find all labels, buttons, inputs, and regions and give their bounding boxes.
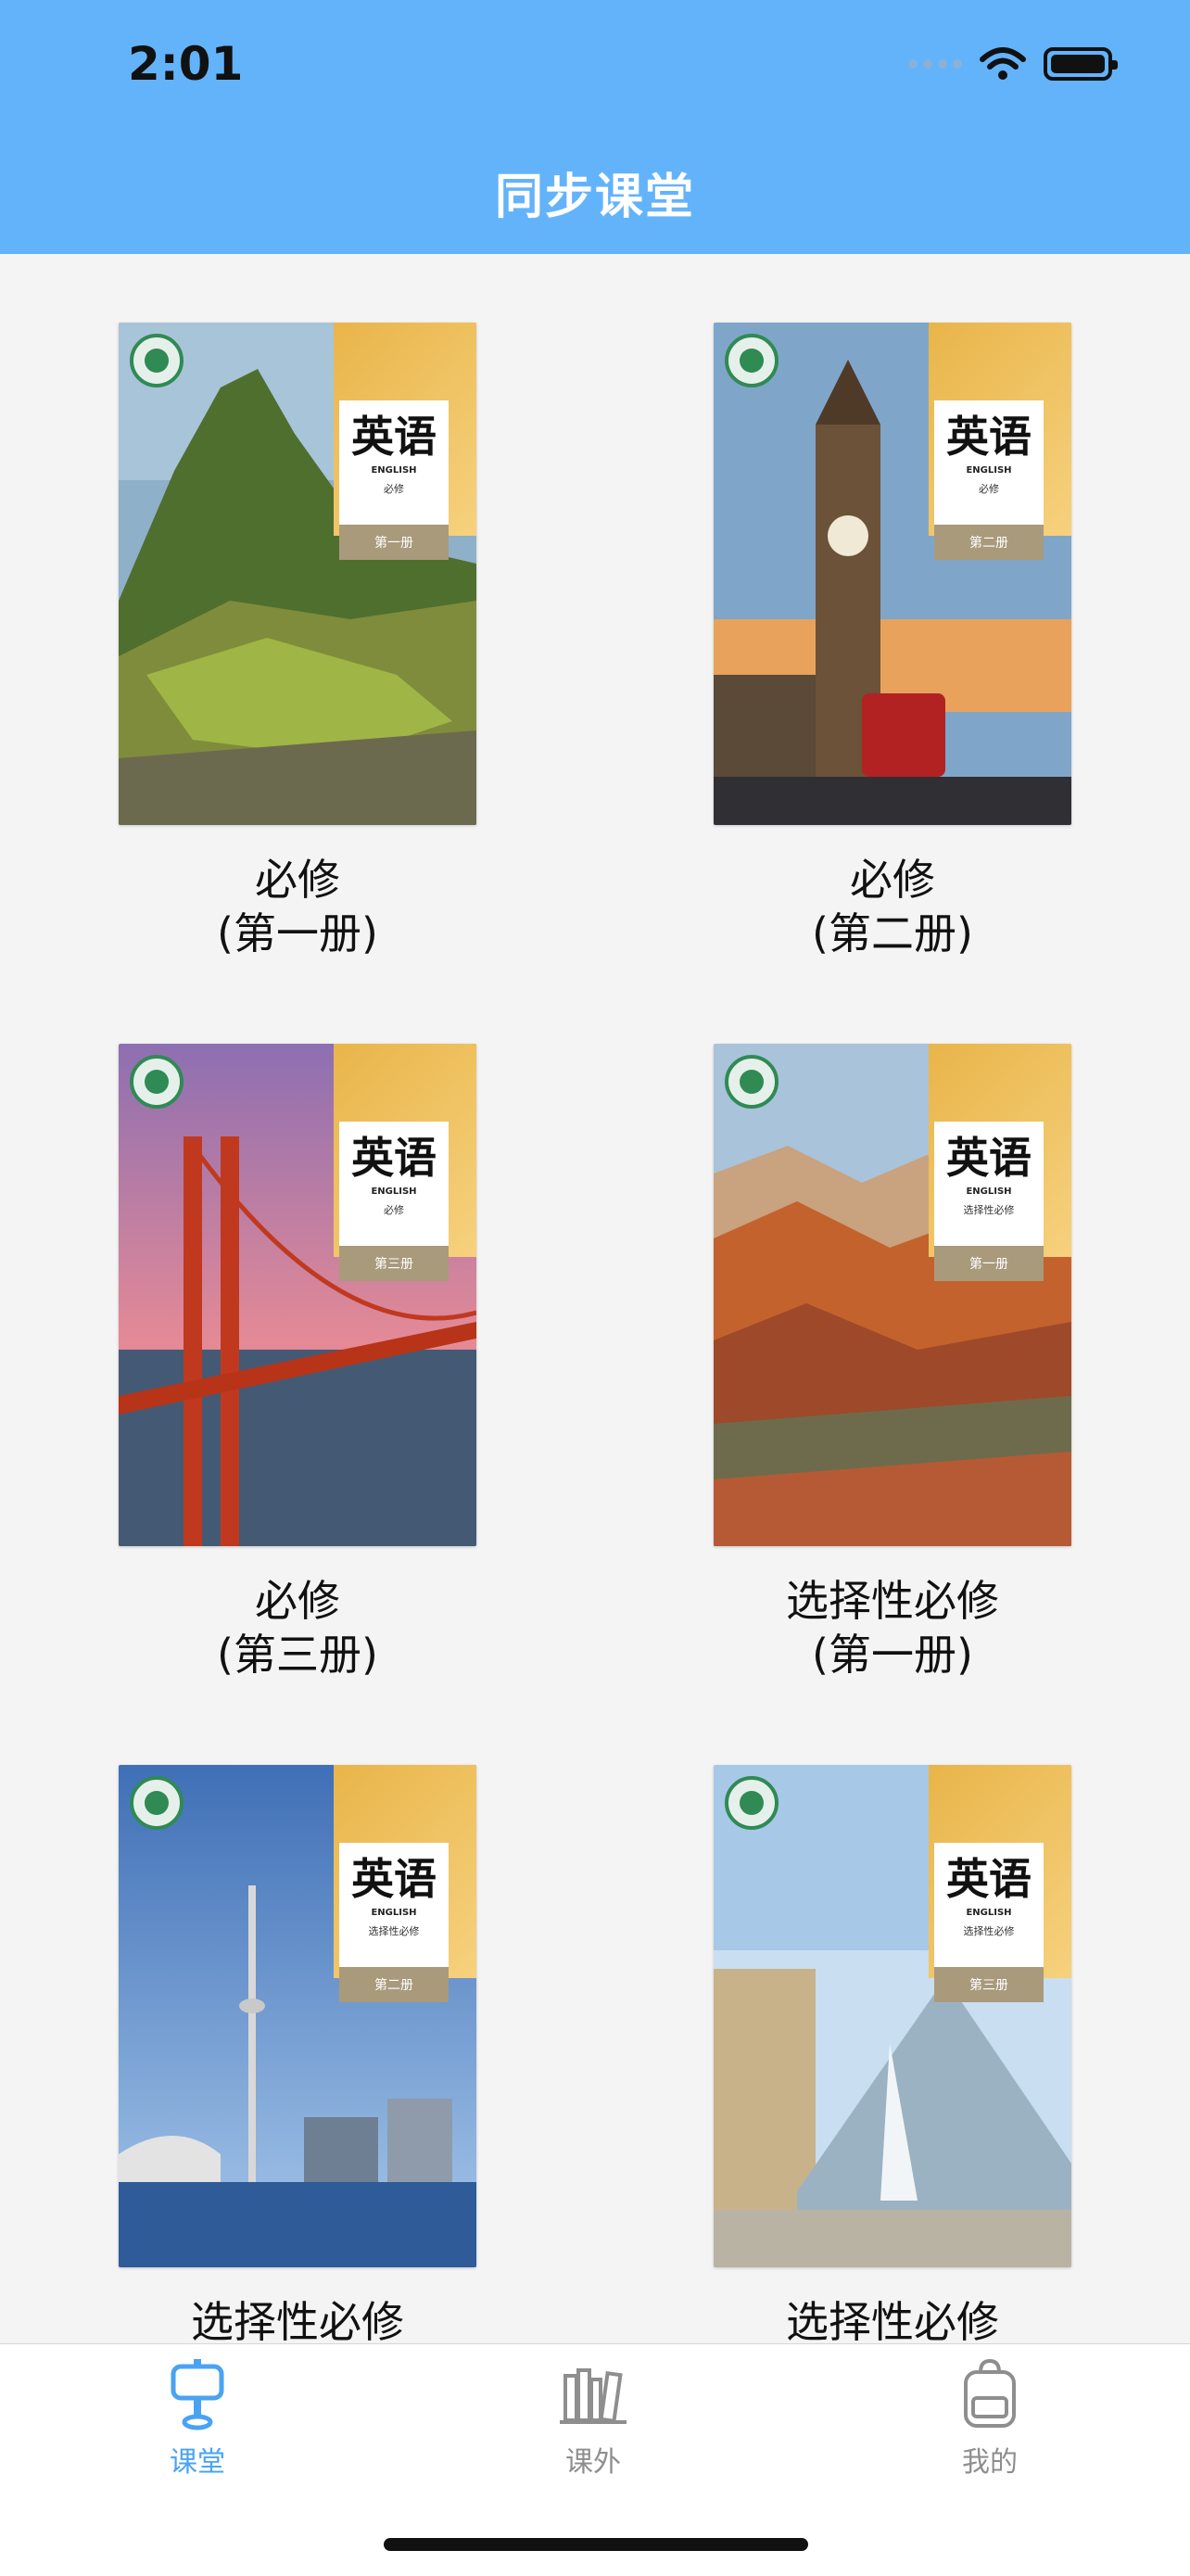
cover-title-card: 英语 ENGLISH 必修 第三册	[339, 1122, 449, 1281]
book-cover[interactable]: 英语 ENGLISH 必修 第一册	[119, 323, 476, 825]
podium-icon	[171, 2359, 224, 2430]
book-title[interactable]: 选择性必修 (第一册)	[714, 1574, 1071, 1681]
book-cover[interactable]: 英语 ENGLISH 必修 第三册	[119, 1044, 476, 1546]
book-item[interactable]: 英语 ENGLISH 必修 第二册 必修 (第二册)	[714, 323, 1071, 960]
bookshelf-icon	[560, 2368, 627, 2424]
book-title[interactable]: 选择性必修	[714, 2295, 1071, 2343]
cover-title-card: 英语 ENGLISH 必修 第一册	[339, 400, 449, 560]
tab-extracurricular[interactable]: 课外	[500, 2357, 686, 2480]
status-time: 2:01	[128, 37, 244, 91]
home-indicator[interactable]	[384, 2538, 808, 2551]
cover-title-card: 英语 ENGLISH 选择性必修 第三册	[934, 1843, 1044, 2002]
book-cover[interactable]: 英语 ENGLISH 选择性必修 第三册	[714, 1765, 1071, 2267]
school-emblem-icon	[725, 1776, 779, 1830]
school-emblem-icon	[130, 334, 184, 387]
tab-mine[interactable]: 我的	[897, 2357, 1082, 2480]
cover-title-card: 英语 ENGLISH 选择性必修 第二册	[339, 1843, 449, 2002]
book-item[interactable]: 英语 ENGLISH 选择性必修 第一册 选择性必修 (第一册)	[714, 1044, 1071, 1681]
book-item[interactable]: 英语 ENGLISH 选择性必修 第二册 选择性必修	[119, 1765, 476, 2343]
battery-icon	[1044, 47, 1118, 81]
wifi-icon	[980, 47, 1026, 80]
page-title: 同步课堂	[494, 170, 695, 225]
book-title[interactable]: 选择性必修	[119, 2295, 476, 2343]
app-header: 2:01 同步课堂	[0, 0, 1190, 254]
book-title[interactable]: 必修 (第二册)	[714, 853, 1071, 960]
book-item[interactable]: 英语 ENGLISH 必修 第三册 必修 (第三册)	[119, 1044, 476, 1681]
school-emblem-icon	[130, 1776, 184, 1830]
book-grid: 英语 ENGLISH 必修 第一册 必修 (第一册) 英语 ENGLISH 必修…	[0, 254, 1190, 2343]
book-cover[interactable]: 英语 ENGLISH 选择性必修 第二册	[119, 1765, 476, 2267]
book-title[interactable]: 必修 (第三册)	[119, 1574, 476, 1681]
cover-title-card: 英语 ENGLISH 必修 第二册	[934, 400, 1044, 560]
school-emblem-icon	[725, 1055, 779, 1109]
backpack-icon	[964, 2358, 1016, 2428]
book-title[interactable]: 必修 (第一册)	[119, 853, 476, 960]
book-item[interactable]: 英语 ENGLISH 必修 第一册 必修 (第一册)	[119, 323, 476, 960]
book-cover[interactable]: 英语 ENGLISH 必修 第二册	[714, 323, 1071, 825]
school-emblem-icon	[130, 1055, 184, 1109]
school-emblem-icon	[725, 334, 779, 387]
book-cover[interactable]: 英语 ENGLISH 选择性必修 第一册	[714, 1044, 1071, 1546]
cover-title-card: 英语 ENGLISH 选择性必修 第一册	[934, 1122, 1044, 1281]
tab-classroom[interactable]: 课堂	[105, 2357, 290, 2480]
cellular-signal-icon	[908, 59, 962, 69]
book-item[interactable]: 英语 ENGLISH 选择性必修 第三册 选择性必修	[714, 1765, 1071, 2343]
status-icons	[908, 46, 1118, 82]
